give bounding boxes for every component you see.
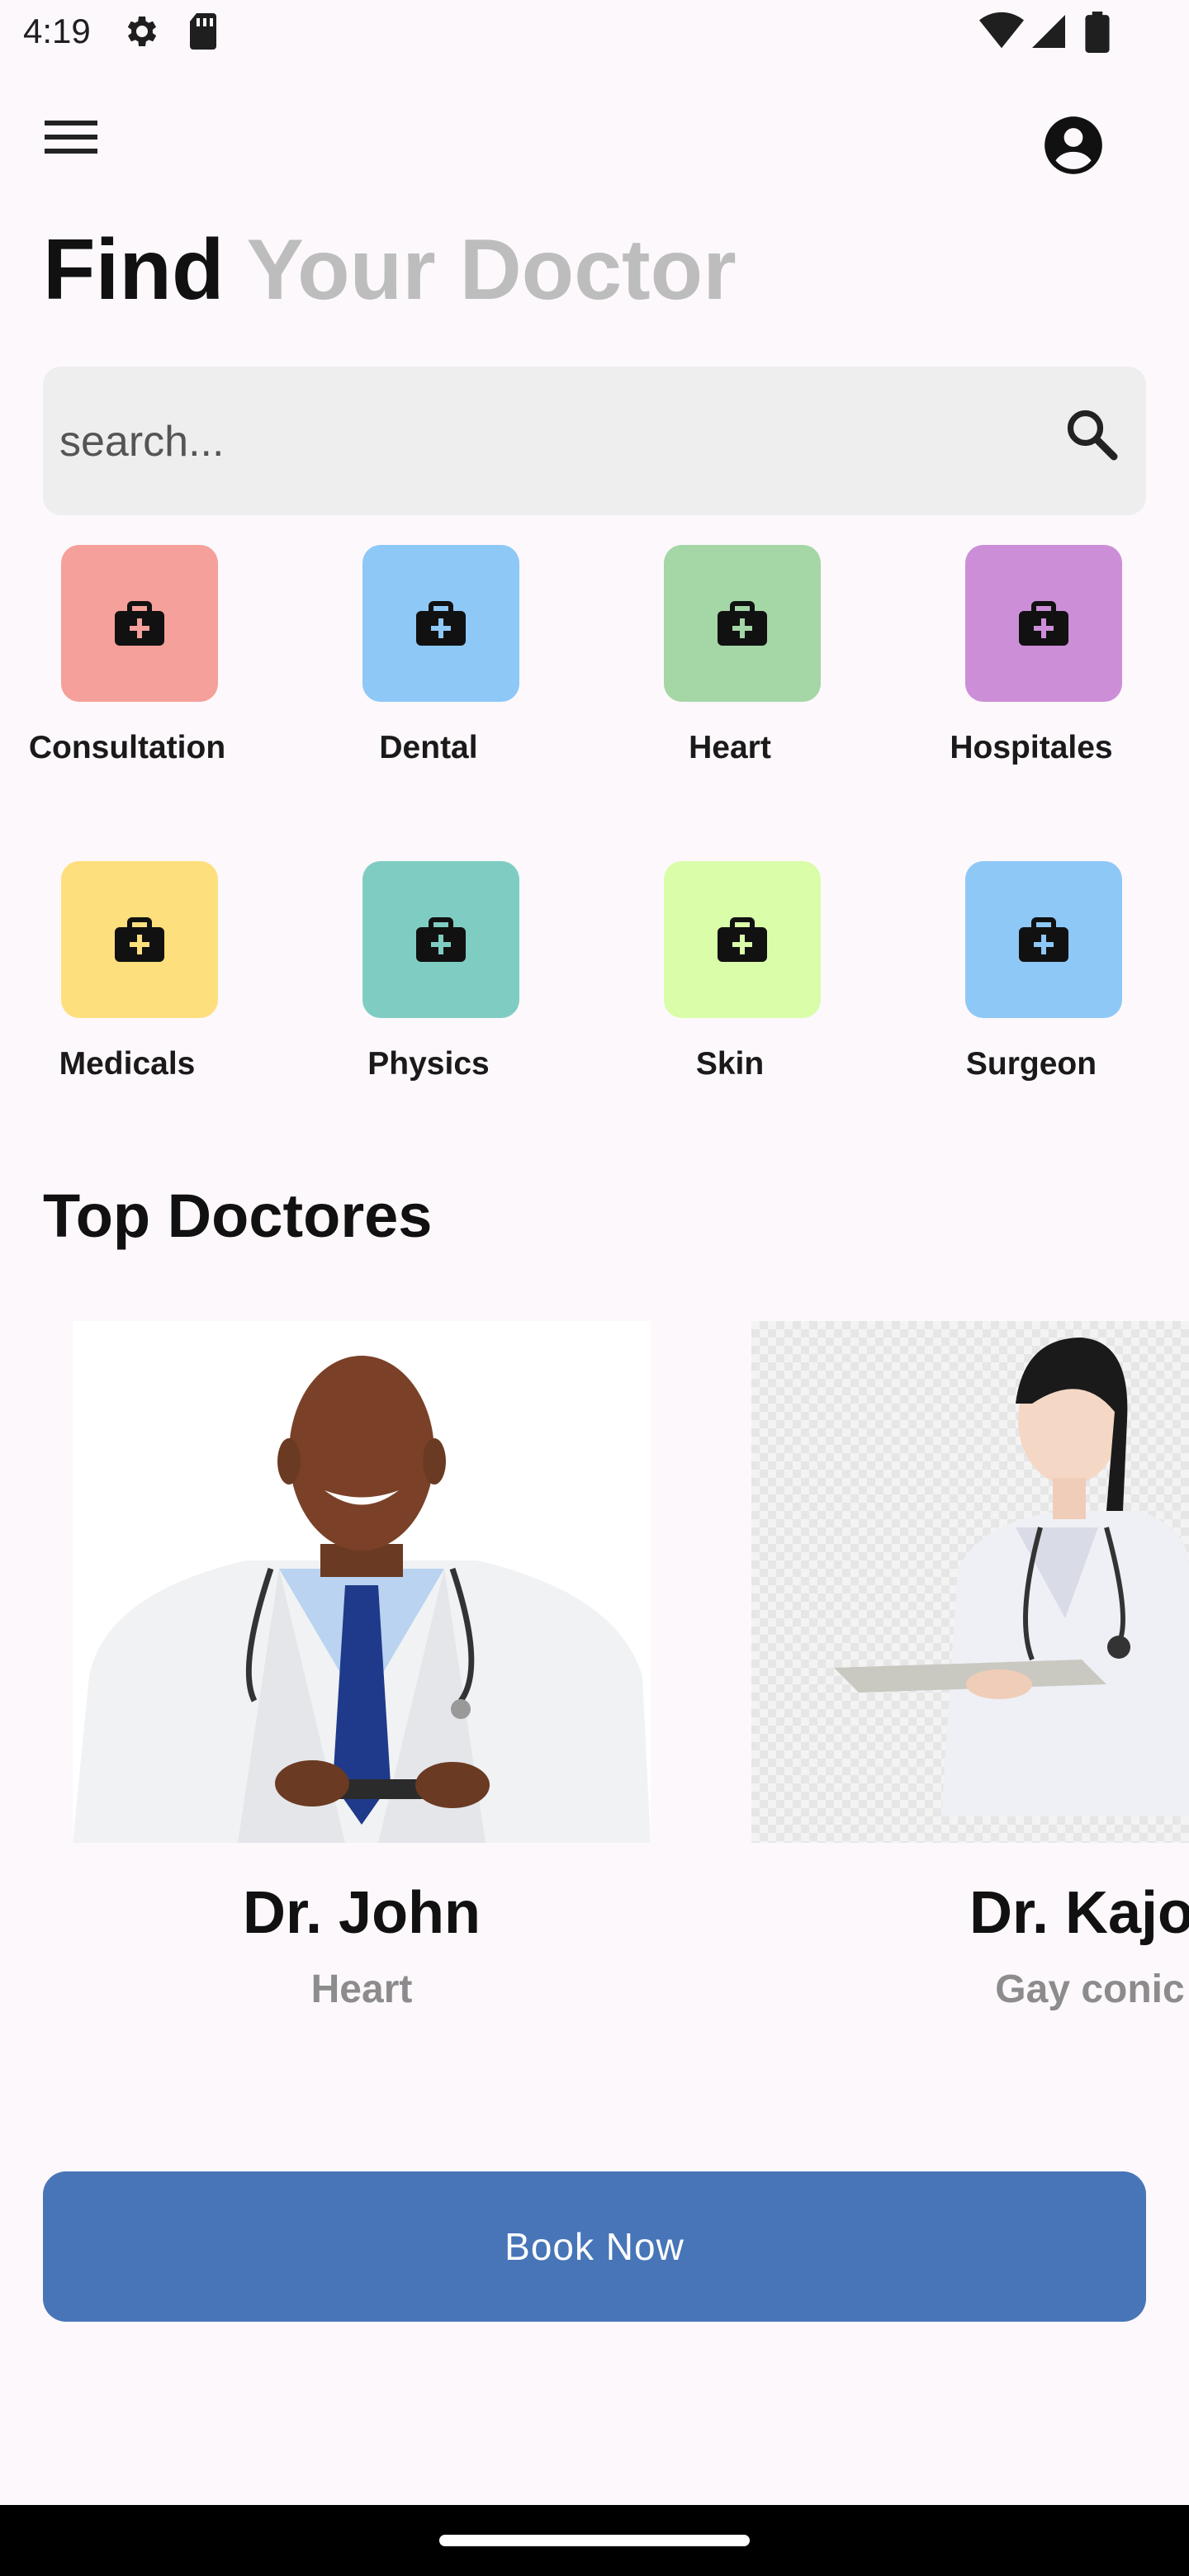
sim-card-icon	[187, 12, 220, 55]
category-tile	[664, 545, 821, 702]
search-input[interactable]	[58, 400, 969, 484]
medical-bag-icon	[416, 917, 466, 962]
wifi-icon	[979, 12, 1024, 55]
category-surgeon[interactable]: Surgeon	[907, 861, 1155, 1109]
doctor-card-john[interactable]: Dr. John Heart	[73, 1321, 651, 2031]
home-gesture-handle[interactable]	[439, 2535, 750, 2546]
medical-bag-icon	[115, 917, 164, 962]
category-label: Dental	[379, 730, 478, 765]
category-tile	[965, 545, 1122, 702]
page-title: Find Your Doctor	[43, 221, 737, 320]
status-bar: 4:19	[0, 0, 1189, 69]
gear-icon	[121, 12, 160, 55]
category-tile	[664, 861, 821, 1018]
top-doctors-title: Top Doctores	[43, 1181, 433, 1250]
category-hospitales[interactable]: Hospitales	[907, 545, 1155, 793]
doctor-photo	[73, 1321, 651, 1843]
book-now-button[interactable]: Book Now	[43, 2171, 1146, 2322]
doctor-photo	[751, 1321, 1189, 1843]
category-label: Medicals	[59, 1046, 196, 1082]
app-bar	[0, 91, 1189, 190]
category-heart[interactable]: Heart	[606, 545, 854, 793]
category-label: Skin	[695, 1046, 765, 1082]
medical-bag-icon	[115, 601, 164, 646]
category-label: Surgeon	[965, 1046, 1097, 1082]
profile-button[interactable]	[1042, 114, 1105, 177]
category-medicals[interactable]: Medicals	[3, 861, 251, 1109]
doctor-card-kajol[interactable]: Dr. Kajol Gay conic	[751, 1321, 1189, 2031]
medical-bag-icon	[718, 917, 767, 962]
medical-bag-icon	[416, 601, 466, 646]
hamburger-menu-icon	[45, 121, 97, 154]
search-icon	[1067, 410, 1118, 461]
category-skin[interactable]: Skin	[606, 861, 854, 1109]
category-tile	[61, 545, 218, 702]
battery-icon	[1085, 12, 1110, 57]
category-tile	[61, 861, 218, 1018]
category-tile	[362, 545, 519, 702]
doctor-name: Dr. John	[242, 1880, 481, 1946]
cellular-signal-icon	[1029, 12, 1068, 55]
medical-bag-icon	[1019, 917, 1068, 962]
category-physics[interactable]: Physics	[305, 861, 552, 1109]
category-dental[interactable]: Dental	[305, 545, 552, 793]
category-label: Hospitales	[950, 730, 1113, 765]
category-tile	[965, 861, 1122, 1018]
status-time: 4:19	[23, 12, 91, 50]
search-button[interactable]	[1062, 405, 1131, 474]
title-find: Find	[43, 222, 225, 318]
menu-button[interactable]	[45, 116, 111, 165]
doctor-name: Dr. Kajol	[969, 1880, 1189, 1946]
doctor-specialty: Heart	[310, 1968, 413, 2011]
doctor-specialty: Gay conic	[995, 1968, 1185, 2011]
medical-bag-icon	[718, 601, 767, 646]
category-label: Heart	[689, 730, 771, 765]
category-label: Physics	[367, 1046, 490, 1082]
account-circle-icon	[1045, 116, 1102, 174]
category-tile	[362, 861, 519, 1018]
category-consultation[interactable]: Consultation	[3, 545, 251, 793]
search-bar	[43, 367, 1146, 515]
category-label: Consultation	[28, 730, 226, 765]
medical-bag-icon	[1019, 601, 1068, 646]
title-your-doctor: Your Doctor	[246, 222, 737, 318]
system-navigation-bar	[0, 2505, 1189, 2576]
